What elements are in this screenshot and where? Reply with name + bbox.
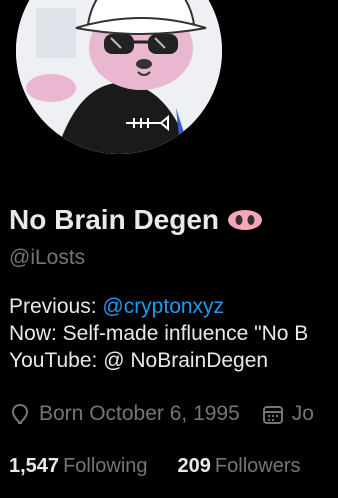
following-count: 1,547 bbox=[9, 455, 60, 477]
join-date: Jo bbox=[262, 402, 314, 426]
followers-link[interactable]: 209 Followers bbox=[178, 455, 301, 478]
profile-meta: Born October 6, 1995 Jo bbox=[9, 402, 336, 426]
profile-bio: Previous: @cryptonxyz Now: Self-made inf… bbox=[9, 293, 308, 374]
bio-previous-label: Previous: bbox=[9, 295, 103, 318]
bio-line-youtube: YouTube: @ NoBrainDegen bbox=[9, 349, 269, 372]
profile-name-row: No Brain Degen bbox=[9, 204, 263, 236]
birthdate: Born October 6, 1995 bbox=[9, 402, 240, 426]
avatar-image bbox=[16, 0, 222, 154]
followers-label: Followers bbox=[214, 455, 301, 477]
profile-handle: @iLosts bbox=[9, 246, 86, 269]
bio-line-now: Now: Self-made influence "No B bbox=[9, 322, 309, 345]
avatar[interactable] bbox=[12, 0, 226, 158]
display-name: No Brain Degen bbox=[9, 204, 220, 235]
bio-mention-link[interactable]: @cryptonxyz bbox=[102, 295, 224, 318]
followers-count: 209 bbox=[177, 455, 211, 477]
following-label: Following bbox=[63, 455, 148, 477]
pig-nose-icon bbox=[227, 209, 263, 231]
join-date-text: Jo bbox=[291, 402, 314, 425]
birthdate-text: Born October 6, 1995 bbox=[39, 402, 240, 425]
calendar-icon bbox=[262, 403, 284, 425]
following-link[interactable]: 1,547 Following bbox=[9, 455, 148, 478]
bio-line-previous: Previous: @cryptonxyz bbox=[9, 293, 308, 320]
location-pin-icon bbox=[9, 403, 31, 425]
follow-stats: 1,547 Following 209 Followers bbox=[9, 455, 331, 478]
